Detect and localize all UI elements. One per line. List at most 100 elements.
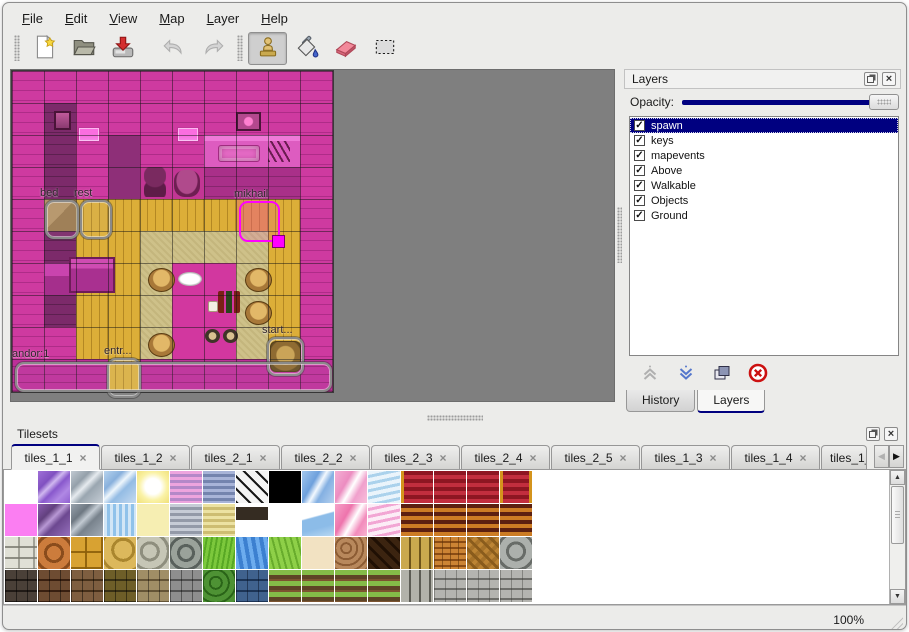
tileset-tile[interactable] (467, 471, 499, 503)
tileset-tile[interactable] (368, 504, 400, 536)
tileset-tile[interactable] (71, 471, 103, 503)
tileset-tile[interactable] (500, 504, 532, 536)
splitter-grip[interactable] (617, 207, 622, 263)
tab-tiles_2_3[interactable]: tiles_2_3× (371, 445, 460, 469)
layer-visibility-checkbox[interactable]: ✓ (634, 150, 645, 161)
tileset-tile[interactable] (236, 570, 268, 602)
map-tile[interactable] (140, 295, 172, 327)
tab-tiles_1_2[interactable]: tiles_1_2× (101, 445, 190, 469)
layer-visibility-checkbox[interactable]: ✓ (634, 135, 645, 146)
tileset-tile[interactable] (104, 570, 136, 602)
close-button[interactable]: × (882, 72, 896, 86)
tileset-tile[interactable] (170, 537, 202, 569)
tileset-tile[interactable] (368, 537, 400, 569)
map-tile[interactable] (44, 135, 76, 167)
tileset-tile[interactable] (368, 570, 400, 602)
tab-close-icon[interactable]: × (350, 452, 357, 464)
map-tile[interactable] (300, 199, 332, 231)
tileset-tile[interactable] (170, 570, 202, 602)
tileset-tile[interactable] (71, 570, 103, 602)
tileset-tile[interactable] (5, 504, 37, 536)
map-object-andor1[interactable] (15, 362, 332, 392)
tab-close-icon[interactable]: × (710, 452, 717, 464)
map-tile[interactable] (300, 167, 332, 199)
tileset-tile[interactable] (467, 504, 499, 536)
tileset-tile[interactable] (203, 504, 235, 536)
menu-map[interactable]: Map (150, 9, 193, 28)
map-tile[interactable] (204, 103, 236, 135)
map-tile[interactable] (12, 199, 44, 231)
tileset-tile[interactable] (5, 570, 37, 602)
tileset-tile[interactable] (302, 537, 334, 569)
tab-close-icon[interactable]: × (440, 452, 447, 464)
map-tile[interactable] (172, 295, 204, 327)
tab-close-icon[interactable]: × (80, 452, 87, 464)
tileset-tile[interactable] (401, 537, 433, 569)
map-tile[interactable] (140, 231, 172, 263)
tab-history[interactable]: History (626, 390, 695, 412)
tileset-tile[interactable] (38, 570, 70, 602)
tileset-tile[interactable] (137, 537, 169, 569)
tab-layers[interactable]: Layers (697, 390, 765, 413)
tileset-tile[interactable] (137, 471, 169, 503)
redo-button[interactable] (193, 32, 232, 65)
stamp-brush-button[interactable] (248, 32, 287, 65)
splitter-grip[interactable] (427, 415, 483, 421)
menu-layer[interactable]: Layer (198, 9, 249, 28)
map-tile[interactable] (108, 135, 140, 167)
tileset-tile[interactable] (104, 471, 136, 503)
opacity-slider[interactable] (682, 93, 899, 111)
tab-close-icon[interactable]: × (800, 452, 807, 464)
new-map-button[interactable] (25, 32, 64, 65)
layer-row-walkable[interactable]: ✓Walkable (630, 178, 898, 193)
horizontal-splitter[interactable] (3, 414, 906, 422)
map-tile[interactable] (12, 71, 44, 103)
tileset-tile[interactable] (104, 504, 136, 536)
tab-close-icon[interactable]: × (260, 452, 267, 464)
tileset-tile[interactable] (104, 537, 136, 569)
tileset-tile[interactable] (335, 570, 367, 602)
map-tile[interactable] (140, 135, 172, 167)
map-tile[interactable] (108, 71, 140, 103)
float-button[interactable] (866, 427, 880, 441)
rect-select-button[interactable] (365, 32, 404, 65)
tileset-tile[interactable] (335, 471, 367, 503)
tileset-tile[interactable] (137, 504, 169, 536)
map-tile[interactable] (140, 71, 172, 103)
tileset-tile[interactable] (335, 504, 367, 536)
map-tile[interactable] (300, 103, 332, 135)
map-tile[interactable] (300, 327, 332, 359)
tileset-tile[interactable] (38, 471, 70, 503)
layer-visibility-checkbox[interactable]: ✓ (634, 195, 645, 206)
map-tile[interactable] (172, 71, 204, 103)
map-tile[interactable] (108, 167, 140, 199)
tileset-tile[interactable] (38, 537, 70, 569)
tileset-tile[interactable] (236, 537, 268, 569)
toolbar-grip[interactable] (14, 35, 20, 61)
map-tile[interactable] (268, 167, 300, 199)
layer-row-objects[interactable]: ✓Objects (630, 193, 898, 208)
tab-tiles_1_3[interactable]: tiles_1_3× (641, 445, 730, 469)
layer-visibility-checkbox[interactable]: ✓ (634, 120, 645, 131)
map-tile[interactable] (76, 295, 108, 327)
toolbar-grip[interactable] (237, 35, 243, 61)
float-button[interactable] (864, 72, 878, 86)
tileset-tile[interactable] (434, 537, 466, 569)
tab-close-icon[interactable]: × (170, 452, 177, 464)
map-tile[interactable] (12, 295, 44, 327)
tileset-tile[interactable] (401, 504, 433, 536)
bucket-fill-button[interactable] (287, 32, 326, 65)
map-tile[interactable] (172, 199, 204, 231)
tileset-tile[interactable] (302, 570, 334, 602)
layer-visibility-checkbox[interactable]: ✓ (634, 165, 645, 176)
map-tile[interactable] (300, 263, 332, 295)
map-tile[interactable] (268, 263, 300, 295)
map-tile[interactable] (12, 103, 44, 135)
tileset-tile[interactable] (137, 570, 169, 602)
tileset-tile[interactable] (71, 504, 103, 536)
open-button[interactable] (64, 32, 103, 65)
map-tile[interactable] (108, 199, 140, 231)
tileset-tile[interactable] (236, 471, 268, 503)
tileset-tile[interactable] (500, 537, 532, 569)
close-button[interactable]: × (884, 427, 898, 441)
